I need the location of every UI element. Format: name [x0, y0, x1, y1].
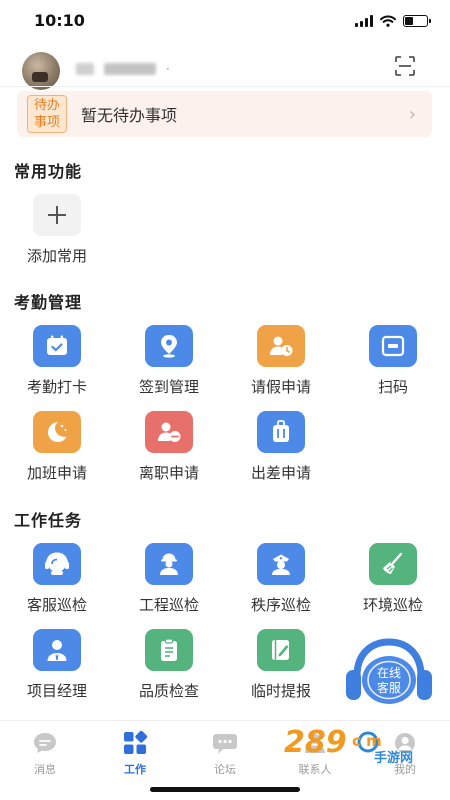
section-title-tasks: 工作任务: [14, 511, 83, 530]
todo-banner[interactable]: 待办 事项 暂无待办事项 ›: [17, 91, 432, 137]
add-common-label: 添加常用: [26, 247, 87, 265]
task-item-project-manager[interactable]: 项目经理: [7, 629, 107, 701]
calendar-check-icon: [33, 325, 81, 367]
section-title-common: 常用功能: [14, 162, 83, 181]
clipboard-icon: [145, 629, 193, 671]
site-watermark: 289 c m 手游网: [282, 722, 432, 768]
svg-text:289: 289: [284, 725, 347, 760]
svg-text:手游网: 手游网: [374, 750, 413, 766]
online-service-line2: 客服: [377, 680, 401, 695]
manager-icon: [33, 629, 81, 671]
headset-icon: [33, 543, 81, 585]
attendance-item-scan[interactable]: 扫码: [343, 325, 443, 397]
attendance-item-resign[interactable]: 离职申请: [119, 411, 219, 483]
user-avatar[interactable]: [22, 52, 60, 90]
scan-icon[interactable]: [394, 55, 416, 77]
worker-icon: [145, 543, 193, 585]
task-item-order[interactable]: 秩序巡检: [231, 543, 331, 615]
grid-icon: [124, 731, 148, 754]
signal-icon: [355, 15, 373, 27]
plus-icon: [33, 194, 81, 236]
task-item-customer-service[interactable]: 客服巡检: [7, 543, 107, 615]
tab-messages[interactable]: 消息: [0, 731, 90, 777]
attendance-item-leave[interactable]: 请假申请: [231, 325, 331, 397]
task-item-environment[interactable]: 环境巡检: [343, 543, 443, 615]
attendance-item-business-trip[interactable]: 出差申请: [231, 411, 331, 483]
status-time: 10:10: [34, 11, 85, 30]
svg-text:c m: c m: [352, 732, 382, 750]
suitcase-icon: [257, 411, 305, 453]
todo-message: 暂无待办事项: [81, 106, 178, 125]
tab-work[interactable]: 工作: [90, 731, 180, 777]
guard-icon: [257, 543, 305, 585]
attendance-item-overtime[interactable]: 加班申请: [7, 411, 107, 483]
battery-icon: [403, 15, 431, 27]
chevron-right-icon: ›: [408, 103, 416, 125]
attendance-item-clock-in[interactable]: 考勤打卡: [7, 325, 107, 397]
location-pin-icon: [145, 325, 193, 367]
home-indicator[interactable]: [150, 787, 300, 792]
scan-icon: [369, 325, 417, 367]
wifi-icon: [380, 15, 396, 27]
section-title-attendance: 考勤管理: [14, 293, 83, 312]
broom-icon: [369, 543, 417, 585]
header-divider: [0, 86, 450, 87]
notebook-pen-icon: [257, 629, 305, 671]
moon-icon: [33, 411, 81, 453]
user-name-blurred: ·: [76, 62, 170, 76]
attendance-item-sign-in[interactable]: 签到管理: [119, 325, 219, 397]
task-item-quality-check[interactable]: 品质检查: [119, 629, 219, 701]
online-service-line1: 在线: [377, 666, 401, 680]
header: ·: [0, 44, 450, 90]
status-bar: 10:10: [0, 0, 450, 42]
status-icons: [355, 14, 431, 28]
task-item-temporary-report[interactable]: 临时提报: [231, 629, 331, 701]
chat-bubble-icon: [34, 733, 56, 753]
tab-forum[interactable]: 论坛: [180, 731, 270, 777]
forum-icon: [213, 734, 237, 754]
online-service-button[interactable]: 在线 客服: [343, 636, 435, 710]
add-common-button[interactable]: 添加常用: [7, 194, 107, 266]
task-item-engineering[interactable]: 工程巡检: [119, 543, 219, 615]
user-minus-icon: [145, 411, 193, 453]
user-clock-icon: [257, 325, 305, 367]
todo-badge: 待办 事项: [27, 95, 67, 133]
